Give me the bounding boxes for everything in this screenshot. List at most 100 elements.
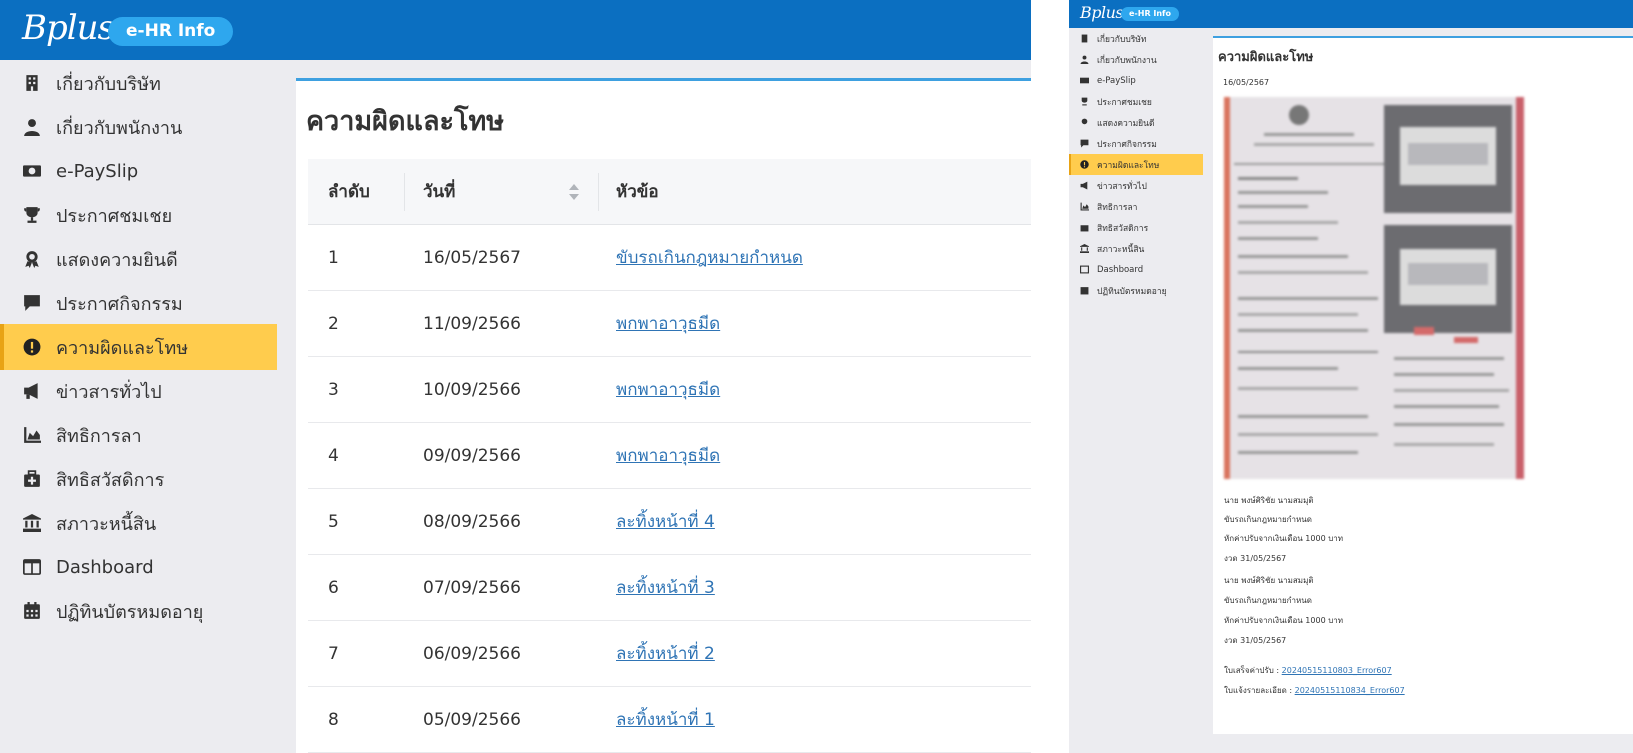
sidebar-item-welfare[interactable]: สิทธิสวัสดิการ: [1069, 217, 1203, 238]
fine-document-image[interactable]: [1224, 97, 1524, 479]
sidebar-item-dashboard[interactable]: Dashboard: [1069, 259, 1203, 280]
subject-link[interactable]: ขับรถเกินกฎหมายกำหนด: [616, 248, 803, 268]
sidebar-item-label: Dashboard: [56, 556, 154, 578]
sidebar-item-label: แสดงความยินดี: [1097, 118, 1155, 129]
sidebar-item-news[interactable]: ข่าวสารทั่วไป: [0, 368, 277, 414]
sidebar-item-activity[interactable]: ประกาศกิจกรรม: [0, 280, 277, 326]
sidebar-item-label: สิทธิสวัสดิการ: [1097, 223, 1149, 234]
table-row: 2 11/09/2566 พกพาอาวุธมีด: [308, 291, 1031, 357]
sidebar-item-label: สภาวะหนี้สิน: [1097, 244, 1145, 255]
money-icon: [1080, 76, 1090, 86]
sidebar-item-label: ปฏิทินบัตรหมดอายุ: [1097, 286, 1167, 297]
table-row: 1 16/05/2567 ขับรถเกินกฎหมายกำหนด: [308, 225, 1031, 291]
sidebar-item-congrats[interactable]: แสดงความยินดี: [1069, 112, 1203, 133]
attachment-receipt: ใบเสร็จค่าปรับ : 20240515110803_Error607: [1224, 664, 1392, 677]
cell-no: 8: [328, 710, 339, 730]
sidebar-item-payslip[interactable]: e-PaySlip: [1069, 70, 1203, 91]
sidebar-item-label: เกี่ยวกับพนักงาน: [56, 117, 183, 139]
subject-link[interactable]: พกพาอาวุธมีด: [616, 380, 720, 400]
main-window: Bplus e-HR Info เกี่ยวกับบริษัท เกี่ยวกั…: [0, 0, 1031, 753]
app-badge: e-HR Info: [108, 17, 234, 46]
attachment-details: ใบแจ้งรายละเอียด : 20240515110834_Error6…: [1224, 684, 1405, 697]
cell-date: 05/09/2566: [423, 710, 521, 730]
calendar-icon: [1080, 286, 1090, 296]
sidebar-item-company[interactable]: เกี่ยวกับบริษัท: [0, 60, 277, 106]
sidebar-item-label: สิทธิสวัสดิการ: [56, 469, 165, 491]
medical-kit-icon: [22, 469, 42, 489]
detail-line: นาย พงษ์ศิริชัย นามสมมุติ: [1224, 576, 1314, 585]
detail-line: งวด 31/05/2567: [1224, 554, 1287, 563]
attachment-link-details[interactable]: 20240515110834_Error607: [1295, 686, 1405, 695]
subject-link[interactable]: พกพาอาวุธมีด: [616, 446, 720, 466]
table-row: 3 10/09/2566 พกพาอาวุธมีด: [308, 357, 1031, 423]
comment-icon: [22, 293, 42, 313]
cell-date: 11/09/2566: [423, 314, 521, 334]
sidebar-item-activity[interactable]: ประกาศกิจกรรม: [1069, 133, 1203, 154]
content-area: ความผิดและโทษ 16/05/2567 นาย พงษ์ศิริชัย…: [1203, 28, 1633, 753]
bank-icon: [1080, 243, 1090, 254]
sort-icon[interactable]: [568, 182, 580, 202]
sidebar-item-dashboard[interactable]: Dashboard: [0, 544, 277, 590]
subject-link[interactable]: ละทิ้งหน้าที่ 1: [616, 710, 715, 730]
sidebar-item-label: e-PaySlip: [1097, 75, 1136, 86]
sidebar-item-leave[interactable]: สิทธิการลา: [0, 412, 277, 458]
sidebar-item-praise[interactable]: ประกาศชมเชย: [1069, 91, 1203, 112]
sidebar-item-company[interactable]: เกี่ยวกับบริษัท: [1069, 28, 1203, 49]
sidebar-item-label: ประกาศชมเชย: [56, 205, 173, 227]
sidebar-item-label: ข่าวสารทั่วไป: [1097, 181, 1147, 192]
sidebar-item-discipline[interactable]: ความผิดและโทษ: [0, 324, 277, 370]
subject-link[interactable]: ละทิ้งหน้าที่ 2: [616, 644, 715, 664]
trophy-icon: [1080, 97, 1090, 107]
app-badge: e-HR Info: [1121, 7, 1180, 21]
sidebar-item-label: e-PaySlip: [56, 160, 139, 182]
megaphone-icon: [1080, 181, 1090, 191]
sidebar-item-news[interactable]: ข่าวสารทั่วไป: [1069, 175, 1203, 196]
cell-no: 7: [328, 644, 339, 664]
subject-link[interactable]: พกพาอาวุธมีด: [616, 314, 720, 334]
sidebar-item-card-expiry[interactable]: ปฏิทินบัตรหมดอายุ: [0, 588, 277, 634]
discipline-detail-card: ความผิดและโทษ 16/05/2567 นาย พงษ์ศิริชัย…: [1213, 36, 1633, 734]
column-header-no[interactable]: ลำดับ: [328, 159, 370, 225]
money-icon: [22, 161, 42, 181]
sidebar-item-label: สิทธิการลา: [1097, 202, 1138, 213]
sidebar-item-debt[interactable]: สภาวะหนี้สิน: [0, 500, 277, 546]
sidebar-item-congrats[interactable]: แสดงความยินดี: [0, 236, 277, 282]
table-row: 6 07/09/2566 ละทิ้งหน้าที่ 3: [308, 555, 1031, 621]
subject-link[interactable]: ละทิ้งหน้าที่ 4: [616, 512, 715, 532]
area-chart-icon: [22, 425, 42, 445]
trophy-icon: [22, 205, 42, 225]
exclamation-icon: [1080, 159, 1090, 170]
column-header-date[interactable]: วันที่: [423, 159, 455, 225]
sidebar-item-debt[interactable]: สภาวะหนี้สิน: [1069, 238, 1203, 259]
sidebar-item-payslip[interactable]: e-PaySlip: [0, 148, 277, 194]
medical-kit-icon: [1080, 223, 1090, 233]
brand-logo[interactable]: Bplus: [1080, 3, 1124, 22]
dashboard-icon: [22, 557, 42, 577]
cell-date: 08/09/2566: [423, 512, 521, 532]
detail-title: ความผิดและโทษ: [1218, 50, 1314, 65]
sidebar-item-discipline[interactable]: ความผิดและโทษ: [1069, 154, 1203, 175]
brand-logo[interactable]: Bplus: [22, 8, 115, 48]
cell-no: 6: [328, 578, 339, 598]
sidebar-item-card-expiry[interactable]: ปฏิทินบัตรหมดอายุ: [1069, 280, 1203, 301]
table-row: 4 09/09/2566 พกพาอาวุธมีด: [308, 423, 1031, 489]
attachment-link-receipt[interactable]: 20240515110803_Error607: [1282, 666, 1392, 675]
subject-link[interactable]: ละทิ้งหน้าที่ 3: [616, 578, 715, 598]
sidebar-item-label: ปฏิทินบัตรหมดอายุ: [56, 601, 204, 623]
column-header-subject[interactable]: หัวข้อ: [616, 159, 659, 225]
sidebar-item-leave[interactable]: สิทธิการลา: [1069, 196, 1203, 217]
attachment-label: ใบแจ้งรายละเอียด :: [1224, 686, 1293, 695]
sidebar-item-employee[interactable]: เกี่ยวกับพนักงาน: [1069, 49, 1203, 70]
sidebar-item-label: สิทธิการลา: [56, 425, 142, 447]
column-divider: [404, 173, 405, 211]
sidebar-item-label: ประกาศกิจกรรม: [1097, 139, 1157, 150]
sidebar-item-welfare[interactable]: สิทธิสวัสดิการ: [0, 456, 277, 502]
bank-icon: [22, 513, 42, 533]
cell-date: 07/09/2566: [423, 578, 521, 598]
sidebar-item-employee[interactable]: เกี่ยวกับพนักงาน: [0, 104, 277, 150]
cell-no: 2: [328, 314, 339, 334]
megaphone-icon: [22, 381, 42, 401]
sidebar-item-praise[interactable]: ประกาศชมเชย: [0, 192, 277, 238]
sidebar-item-label: ข่าวสารทั่วไป: [56, 381, 162, 403]
sidebar: เกี่ยวกับบริษัท เกี่ยวกับพนักงาน e-PaySl…: [0, 60, 277, 753]
